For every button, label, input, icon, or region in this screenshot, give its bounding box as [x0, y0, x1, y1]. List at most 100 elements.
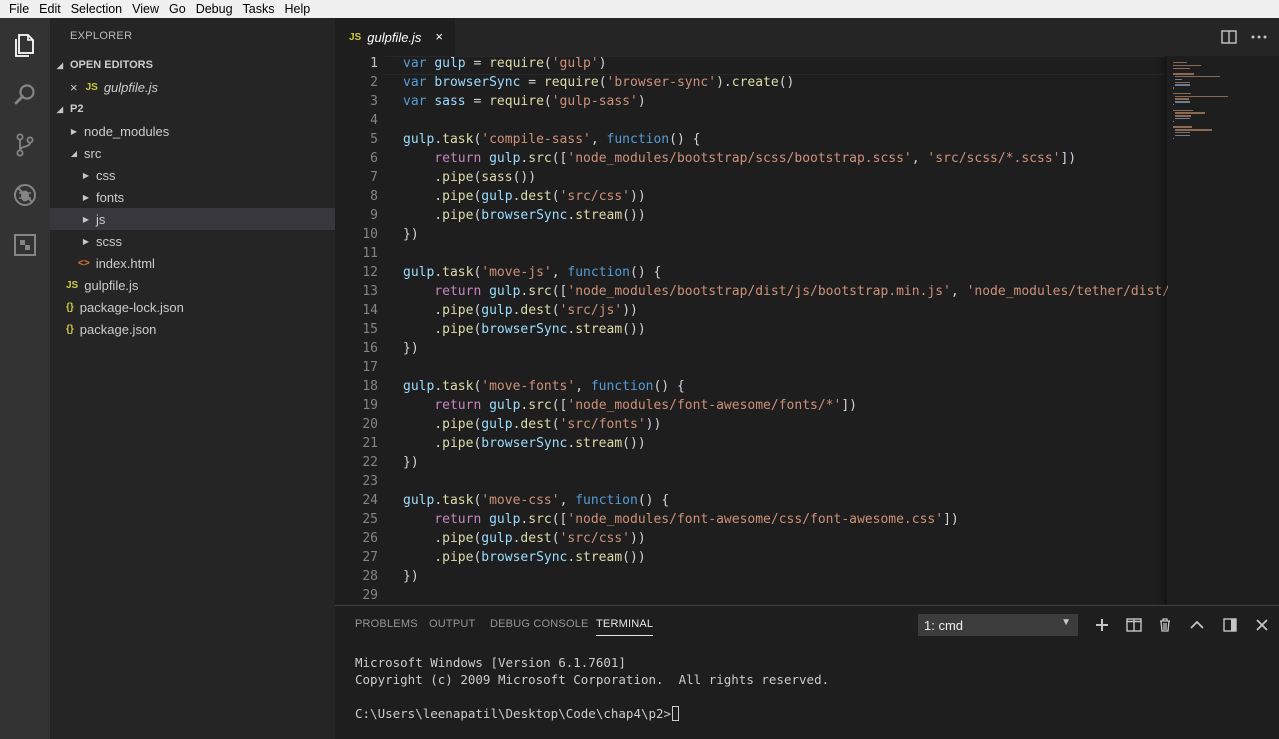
debug-icon[interactable]	[0, 170, 50, 220]
menu-view[interactable]: View	[127, 0, 164, 18]
minimap[interactable]	[1167, 56, 1279, 605]
more-actions-icon[interactable]	[1249, 28, 1269, 46]
extensions-icon[interactable]	[0, 220, 50, 270]
line-number: 23	[362, 474, 378, 489]
chevron-right-icon: ▶	[82, 236, 90, 246]
chevron-right-icon: ▶	[82, 192, 90, 202]
tree-item-label: fonts	[96, 189, 125, 205]
menu-edit[interactable]: Edit	[34, 0, 66, 18]
tree-item-js[interactable]: ▶ js	[50, 208, 335, 230]
line-number: 20	[362, 417, 378, 432]
line-number: 11	[362, 246, 378, 261]
chevron-right-icon: ▶	[70, 126, 78, 136]
minimap-line	[1173, 137, 1175, 139]
minimap-line	[1175, 118, 1191, 120]
json-file-icon: {}	[66, 301, 74, 313]
code-line: gulp.task('compile-sass', function() {	[403, 132, 701, 147]
minimap-line	[1175, 95, 1228, 97]
minimap-line	[1175, 81, 1191, 83]
activity-bar	[0, 18, 50, 739]
menu-selection[interactable]: Selection	[66, 0, 127, 18]
tab-terminal[interactable]: TERMINAL	[596, 618, 654, 636]
tab-gulpfile[interactable]: JS gulpfile.js ×	[335, 18, 455, 56]
minimap-line	[1175, 98, 1190, 100]
tree-item-index-html[interactable]: <> index.html	[50, 252, 335, 274]
split-terminal-icon[interactable]	[1123, 614, 1145, 636]
code-line: return gulp.src(['node_modules/font-awes…	[434, 512, 959, 527]
line-number: 13	[362, 284, 378, 299]
minimap-line	[1175, 101, 1191, 103]
tab-debug-console[interactable]: DEBUG CONSOLE	[490, 618, 589, 630]
terminal-prompt-text: C:\Users\leenapatil\Desktop\Code\chap4\p…	[355, 706, 672, 721]
menu-tasks[interactable]: Tasks	[238, 0, 280, 18]
open-editor-item[interactable]: × JS gulpfile.js	[50, 76, 335, 98]
menu-help[interactable]: Help	[280, 0, 316, 18]
tab-problems[interactable]: PROBLEMS	[355, 618, 418, 630]
terminal-prompt[interactable]: C:\Users\leenapatil\Desktop\Code\chap4\p…	[355, 706, 680, 721]
line-number: 24	[362, 493, 378, 508]
source-control-icon[interactable]	[0, 120, 50, 170]
split-editor-icon[interactable]	[1219, 28, 1239, 46]
tree-item-label: src	[84, 145, 102, 161]
chevron-right-icon: ▶	[82, 170, 90, 180]
tree-item-package-json[interactable]: {} package.json	[50, 318, 335, 340]
new-terminal-icon[interactable]	[1091, 614, 1113, 636]
line-number: 12	[362, 265, 378, 280]
collapse-chevron-icon: ◢	[56, 60, 64, 70]
tree-item-package-lock[interactable]: {} package-lock.json	[50, 296, 335, 318]
tree-item-label: gulpfile.js	[84, 277, 139, 293]
tab-label: gulpfile.js	[367, 29, 422, 45]
trash-icon[interactable]	[1154, 614, 1176, 636]
chevron-down-icon: ▼	[1061, 617, 1071, 628]
line-number-gutter: 1 2 3 4 5 6 7 8 9 10 11 12 13 14 15 16 17 18 19 20 21 22 23 24 2…	[335, 56, 385, 605]
line-number: 1	[370, 56, 378, 71]
bottom-panel: PROBLEMS OUTPUT DEBUG CONSOLE TERMINAL 1…	[335, 605, 1279, 739]
tree-item-node-modules[interactable]: ▶ node_modules	[50, 120, 335, 142]
minimap-line	[1175, 76, 1221, 78]
tree-item-fonts[interactable]: ▶ fonts	[50, 186, 335, 208]
explorer-icon[interactable]	[0, 20, 50, 70]
code-line: })	[403, 227, 419, 242]
tree-item-scss[interactable]: ▶ scss	[50, 230, 335, 252]
menu-file[interactable]: File	[4, 0, 34, 18]
line-number: 26	[362, 531, 378, 546]
minimap-line	[1173, 120, 1175, 123]
tree-item-label: package.json	[79, 321, 157, 337]
close-icon[interactable]: ×	[70, 80, 78, 95]
tree-item-gulpfile[interactable]: JS gulpfile.js	[50, 274, 335, 296]
close-icon[interactable]: ×	[435, 29, 443, 44]
code-area[interactable]: var gulp = require('gulp') var browserSyn…	[403, 56, 1168, 605]
tree-item-src[interactable]: ◢ src	[50, 142, 335, 164]
html-file-icon: <>	[78, 257, 90, 269]
tree-item-label: js	[96, 211, 106, 227]
line-number: 5	[370, 132, 378, 147]
tree-item-label: package-lock.json	[79, 299, 184, 315]
tab-output[interactable]: OUTPUT	[429, 618, 475, 630]
terminal-select[interactable]: 1: cmd ▼	[918, 614, 1078, 636]
code-line: gulp.task('move-css', function() {	[403, 493, 670, 508]
code-editor[interactable]: 1 2 3 4 5 6 7 8 9 10 11 12 13 14 15 16 17 18 19 20 21 22 23 24 2…	[335, 56, 1279, 605]
project-header[interactable]: ◢ P2	[50, 98, 335, 120]
code-line: })	[403, 455, 419, 470]
menu-go[interactable]: Go	[164, 0, 191, 18]
tree-item-css[interactable]: ▶ css	[50, 164, 335, 186]
line-number: 21	[362, 436, 378, 451]
code-line: .pipe(gulp.dest('src/fonts'))	[403, 417, 662, 432]
open-editors-header[interactable]: ◢ OPEN EDITORS	[50, 54, 335, 76]
sidebar-title: EXPLORER	[70, 30, 133, 42]
code-line: .pipe(browserSync.stream())	[403, 436, 646, 451]
minimap-line	[1173, 92, 1192, 95]
menu-debug[interactable]: Debug	[191, 0, 238, 18]
minimap-line	[1173, 67, 1191, 69]
close-panel-icon[interactable]	[1251, 614, 1273, 636]
line-number: 18	[362, 379, 378, 394]
line-number: 16	[362, 341, 378, 356]
line-number: 19	[362, 398, 378, 413]
toggle-panel-position-icon[interactable]	[1219, 614, 1241, 636]
minimap-line	[1175, 115, 1192, 117]
search-icon[interactable]	[0, 70, 50, 120]
line-number: 15	[362, 322, 378, 337]
code-line: gulp.task('move-fonts', function() {	[403, 379, 685, 394]
minimap-line	[1173, 126, 1192, 128]
chevron-up-icon[interactable]	[1186, 614, 1208, 636]
